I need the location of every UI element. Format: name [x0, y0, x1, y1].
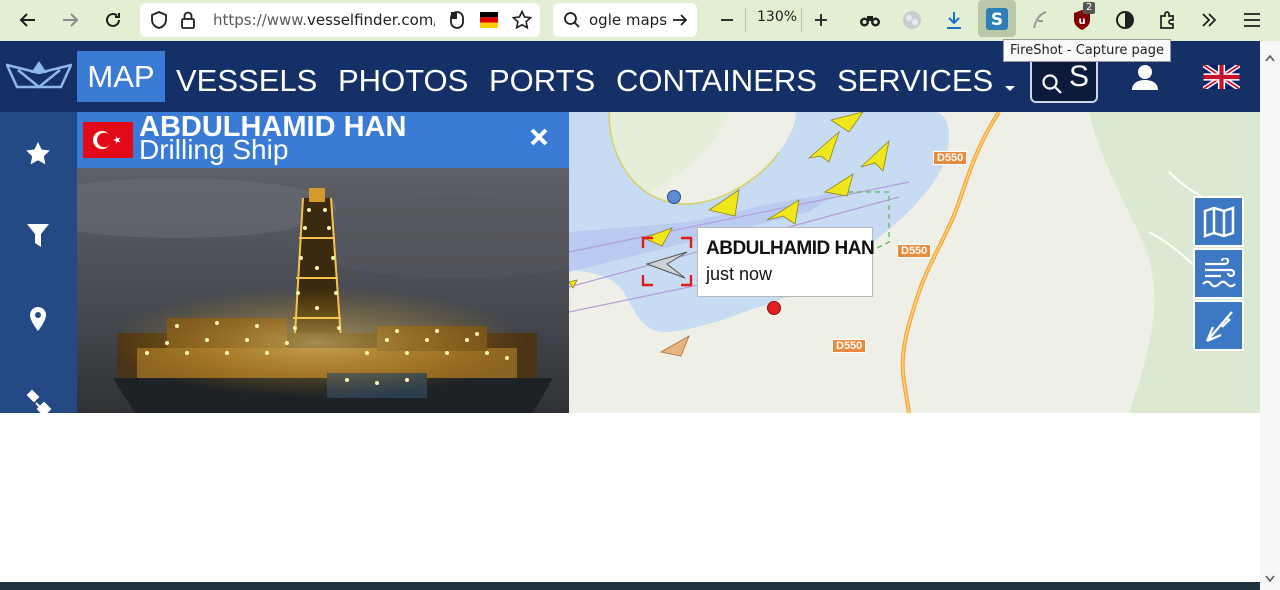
mouse-extension-icon[interactable]	[449, 11, 465, 33]
star-icon[interactable]	[22, 138, 54, 170]
road-label: D550	[933, 151, 968, 165]
chevron-down-icon	[1004, 62, 1016, 104]
vessel-type: Drilling Ship	[139, 134, 289, 165]
shield-icon[interactable]	[150, 11, 168, 33]
nav-map[interactable]: MAP	[77, 51, 165, 102]
divider	[801, 8, 802, 32]
vessel-panel-header: ABDULHAMID HAN Drilling Ship	[77, 111, 569, 168]
close-icon[interactable]	[526, 124, 552, 150]
overflow-chevron-icon[interactable]	[1193, 4, 1225, 36]
nav-ports[interactable]: PORTS	[489, 60, 595, 102]
turkey-flag-icon	[83, 122, 133, 158]
zoom-in-icon[interactable]	[805, 4, 837, 36]
cloud-extension-icon[interactable]	[896, 4, 928, 36]
page-scrollbar[interactable]	[1260, 41, 1280, 590]
scroll-up-icon[interactable]	[1265, 47, 1275, 66]
scroll-down-icon[interactable]	[1265, 568, 1275, 587]
reload-icon[interactable]	[97, 4, 129, 36]
road-label: D550	[897, 244, 932, 258]
germany-flag-icon[interactable]	[480, 12, 498, 28]
fireshot-tooltip: FireShot - Capture page	[1003, 39, 1171, 62]
svg-text:S: S	[991, 10, 1003, 30]
download-icon[interactable]	[938, 4, 970, 36]
search-letter: S	[1069, 60, 1090, 93]
filter-icon[interactable]	[22, 220, 54, 252]
url-text: https://www.vesselfinder.com/?	[213, 11, 435, 29]
menu-icon[interactable]	[1236, 4, 1268, 36]
road-label: D550	[832, 339, 867, 353]
notification-badge: 2	[1083, 2, 1096, 14]
vesselfinder-logo[interactable]	[4, 61, 74, 97]
lock-icon[interactable]	[180, 11, 196, 33]
forward-icon[interactable]	[54, 4, 86, 36]
left-sidebar	[0, 112, 77, 417]
arrow-right-icon[interactable]	[671, 11, 689, 33]
search-text: ogle maps	[589, 11, 668, 29]
ublock-icon[interactable]: u 2	[1066, 2, 1098, 36]
satellite-icon[interactable]	[22, 387, 54, 419]
browser-toolbar: https://www.vesselfinder.com/? ogle maps…	[0, 0, 1280, 41]
user-icon[interactable]	[1131, 63, 1159, 95]
bottom-strip	[0, 582, 1260, 590]
divider	[745, 8, 746, 32]
search-icon	[1041, 69, 1063, 102]
nav-vessels[interactable]: VESSELS	[176, 60, 317, 102]
dark-mode-icon[interactable]	[1109, 4, 1141, 36]
nav-photos[interactable]: PHOTOS	[338, 60, 468, 102]
feather-icon[interactable]	[1024, 4, 1056, 36]
popup-vessel-name: ABDULHAMID HAN	[706, 238, 875, 259]
back-icon[interactable]	[12, 4, 44, 36]
web-search-box[interactable]: ogle maps	[553, 3, 697, 37]
zoom-level[interactable]: 130%	[757, 9, 797, 25]
uk-flag-icon[interactable]	[1202, 63, 1241, 91]
map-layers-icon[interactable]	[1193, 196, 1244, 247]
nav-services-label: SERVICES	[837, 63, 994, 98]
search-icon	[563, 11, 581, 33]
fireshot-icon[interactable]: S	[978, 0, 1016, 37]
site-search-button[interactable]: S	[1030, 55, 1098, 103]
popup-timestamp: just now	[706, 264, 773, 284]
nav-services[interactable]: SERVICES	[837, 60, 1016, 102]
nav-containers[interactable]: CONTAINERS	[616, 60, 817, 102]
location-pin-icon[interactable]	[22, 303, 54, 335]
extensions-icon[interactable]	[1151, 4, 1183, 36]
map-canvas[interactable]	[569, 112, 1260, 413]
vessel-photo[interactable]	[77, 168, 569, 413]
svg-text:u: u	[1078, 16, 1085, 27]
star-icon[interactable]	[511, 9, 533, 34]
binoculars-icon[interactable]	[854, 4, 886, 36]
ruler-icon[interactable]	[1193, 300, 1244, 351]
vessel-popup[interactable]: ABDULHAMID HAN just now	[697, 227, 875, 297]
weather-icon[interactable]	[1193, 248, 1244, 299]
zoom-out-icon[interactable]	[711, 4, 743, 36]
url-bar[interactable]: https://www.vesselfinder.com/?	[140, 3, 540, 37]
